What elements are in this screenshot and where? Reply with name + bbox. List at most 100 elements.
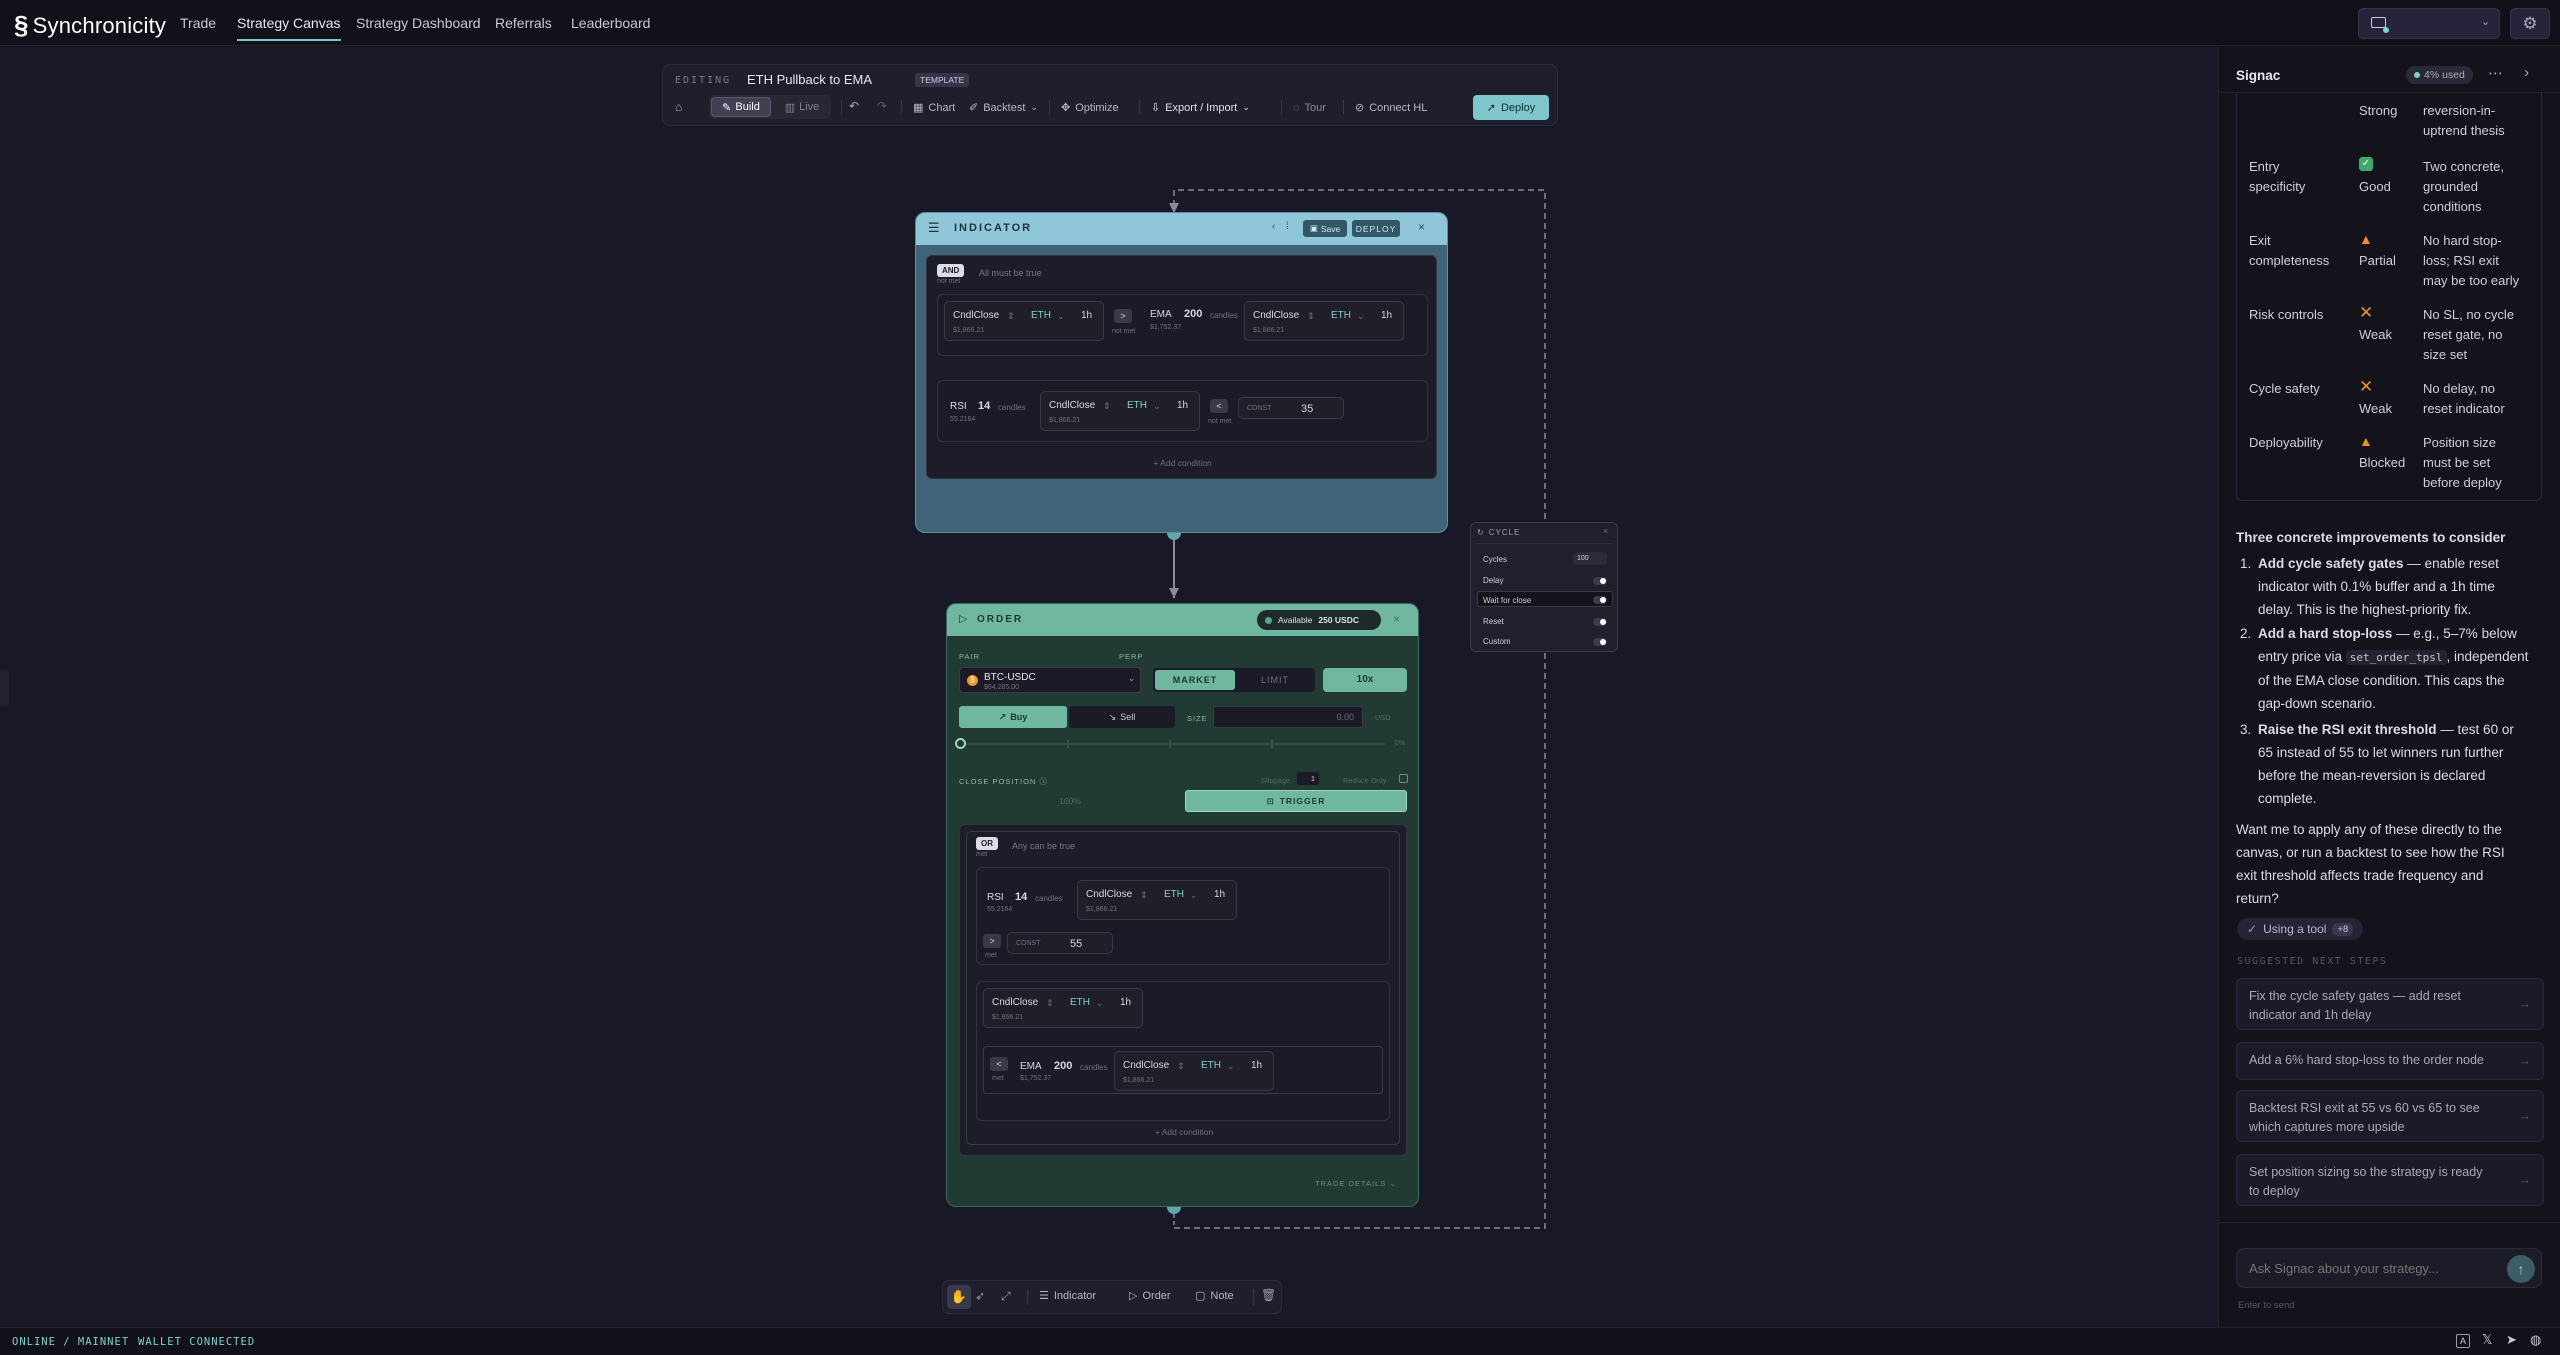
wait-for-close-toggle[interactable] (1593, 596, 1607, 604)
trade-details-toggle[interactable]: TRADE DETAILS ⌄ (1315, 1179, 1397, 1188)
send-arrow-icon[interactable]: ↑ (2507, 1255, 2535, 1283)
suggestion-item[interactable]: Add a 6% hard stop-loss to the order nod… (2236, 1042, 2544, 1080)
asset-select[interactable]: ETH (1164, 889, 1184, 900)
reduce-only-checkbox[interactable] (1399, 774, 1408, 783)
chat-input[interactable] (2249, 1258, 2489, 1278)
chevron-right-icon[interactable]: › (2524, 64, 2529, 81)
indicator-name[interactable]: RSI (987, 892, 1004, 903)
add-order-button[interactable]: ▷ Order (1129, 1289, 1171, 1303)
close-icon[interactable]: × (1393, 612, 1400, 626)
add-condition-button[interactable]: + Add condition (927, 458, 1438, 468)
swap-icon[interactable]: ⇕ (1140, 890, 1148, 901)
swap-icon[interactable]: ⇕ (1177, 1061, 1185, 1072)
collapse-icon[interactable]: ‹ (1272, 221, 1275, 232)
export-import-button[interactable]: ⇩ Export / Import ⌄ (1145, 96, 1256, 119)
operator-button[interactable]: < (1210, 399, 1228, 413)
size-slider-thumb[interactable] (955, 738, 966, 749)
hand-tool-icon[interactable]: ✋ (947, 1285, 971, 1309)
operator-button[interactable]: > (1114, 309, 1132, 323)
and-badge[interactable]: AND (937, 264, 965, 277)
strategy-name[interactable]: ETH Pullback to EMA (747, 72, 872, 87)
deploy-node-button[interactable]: DEPLOY (1352, 220, 1400, 237)
tool-usage-pill[interactable]: ✓ Using a tool +8 (2237, 918, 2364, 940)
or-badge[interactable]: OR (976, 837, 998, 850)
market-tab[interactable]: MARKET (1155, 670, 1235, 690)
size-input[interactable]: 0.00 (1213, 706, 1363, 728)
indicator-node-header[interactable]: ☰ INDICATOR ‹ ⁞ ▣ Save DEPLOY × (916, 213, 1447, 245)
period-input[interactable]: 200 (1054, 1060, 1072, 1072)
timeframe-select[interactable]: 1h (1120, 997, 1131, 1008)
connect-hl-button[interactable]: ⊘ Connect HL (1349, 96, 1433, 119)
wallet-menu[interactable]: ⌄ (2358, 8, 2500, 39)
timeframe-select[interactable]: 1h (1177, 400, 1188, 411)
price-source-chip[interactable]: CndlClose ⇕ ETH ⌄ 1h $1,866.21 (1077, 880, 1237, 920)
timeframe-select[interactable]: 1h (1214, 889, 1225, 900)
redo-icon[interactable]: ↷ (877, 99, 887, 113)
close-percent[interactable]: 100% (959, 790, 1181, 812)
limit-tab[interactable]: LIMIT (1237, 670, 1313, 690)
suggestion-item[interactable]: Set position sizing so the strategy is r… (2236, 1154, 2544, 1206)
indicator-name[interactable]: EMA (1150, 309, 1172, 320)
docs-icon[interactable]: A (2456, 1334, 2470, 1348)
custom-toggle[interactable] (1593, 638, 1607, 646)
order-node[interactable]: ▷ ORDER Available 250 USDC × PAIR PERP ₿… (946, 603, 1419, 1207)
delay-toggle[interactable] (1593, 577, 1607, 585)
order-node-header[interactable]: ▷ ORDER Available 250 USDC × (947, 604, 1418, 636)
price-source-chip[interactable]: CndlClose ⇕ ETH ⌄ 1h $1,866.21 (944, 301, 1104, 341)
tour-button[interactable]: ◌ Tour (1287, 96, 1332, 119)
chart-button[interactable]: ▦ Chart (907, 96, 961, 119)
select-tool-icon[interactable]: ➶ (975, 1289, 985, 1303)
close-icon[interactable]: × (1418, 220, 1425, 234)
live-mode-button[interactable]: ▥ Live (775, 97, 829, 117)
backtest-button[interactable]: ✐ Backtest ⌄ (963, 96, 1044, 119)
buy-button[interactable]: ↗ Buy (959, 706, 1067, 728)
settings-gear-icon[interactable]: ⚙ (2510, 8, 2550, 39)
constant-value[interactable]: 35 (1301, 403, 1313, 415)
period-input[interactable]: 14 (1015, 891, 1027, 903)
cycle-node[interactable]: ↻ CYCLE × Cycles 100 Delay Wait for close… (1470, 522, 1618, 652)
timeframe-select[interactable]: 1h (1381, 310, 1392, 321)
cycles-input[interactable]: 100 (1573, 552, 1607, 565)
leverage-button[interactable]: 10x (1323, 668, 1407, 692)
price-source-chip[interactable]: CndlClose ⇕ ETH ⌄ 1h $1,866.21 (1244, 301, 1404, 341)
swap-icon[interactable]: ⇕ (1307, 311, 1315, 322)
more-options-icon[interactable]: ⋯ (2488, 64, 2503, 82)
pair-select[interactable]: ₿ BTC-USDC $64,285.00 ⌄ (959, 667, 1141, 693)
price-source-chip[interactable]: CndlClose ⇕ ETH ⌄ 1h $1,866.21 (983, 988, 1143, 1028)
slippage-input[interactable]: 1 (1297, 772, 1319, 785)
indicator-node[interactable]: ☰ INDICATOR ‹ ⁞ ▣ Save DEPLOY × AND not m… (915, 212, 1448, 533)
discord-icon[interactable]: ◍ (2530, 1332, 2541, 1348)
grid-icon[interactable]: ⁞ (1286, 221, 1289, 232)
constant-input[interactable]: CONST 55 (1007, 932, 1113, 954)
asset-select[interactable]: ETH (1031, 310, 1051, 321)
constant-value[interactable]: 55 (1070, 938, 1082, 950)
period-input[interactable]: 14 (978, 400, 990, 412)
optimize-button[interactable]: ✥ Optimize (1055, 96, 1125, 119)
constant-input[interactable]: CONST 35 (1238, 397, 1344, 419)
asset-select[interactable]: ETH (1070, 997, 1090, 1008)
close-icon[interactable]: × (1603, 526, 1608, 536)
asset-select[interactable]: ETH (1331, 310, 1351, 321)
swap-icon[interactable]: ⇕ (1007, 311, 1015, 322)
telegram-icon[interactable]: ➤ (2506, 1332, 2517, 1348)
trigger-button[interactable]: ⊡ TRIGGER (1185, 790, 1407, 812)
timeframe-select[interactable]: 1h (1081, 310, 1092, 321)
build-mode-button[interactable]: ✎ Build (711, 97, 771, 117)
sell-button[interactable]: ↘ Sell (1069, 706, 1175, 728)
period-input[interactable]: 200 (1184, 308, 1202, 320)
fit-view-icon[interactable]: ⤢ (1001, 1289, 1011, 1304)
deploy-button[interactable]: ➚ Deploy (1473, 95, 1549, 120)
asset-select[interactable]: ETH (1201, 1060, 1221, 1071)
swap-icon[interactable]: ⇕ (1103, 401, 1111, 412)
x-social-icon[interactable]: 𝕏 (2482, 1332, 2492, 1348)
indicator-name[interactable]: RSI (950, 401, 967, 412)
price-source-chip[interactable]: CndlClose ⇕ ETH ⌄ 1h $1,866.21 (1040, 391, 1200, 431)
undo-icon[interactable]: ↶ (849, 99, 859, 113)
home-icon[interactable]: ⌂ (675, 100, 682, 114)
suggestion-item[interactable]: Fix the cycle safety gates — add reset in… (2236, 978, 2544, 1030)
size-slider-track[interactable] (961, 743, 1385, 745)
reset-toggle[interactable] (1593, 618, 1607, 626)
price-source-chip[interactable]: CndlClose ⇕ ETH ⌄ 1h $1,866.21 (1114, 1051, 1274, 1091)
asset-select[interactable]: ETH (1127, 400, 1147, 411)
indicator-name[interactable]: EMA (1020, 1061, 1042, 1072)
